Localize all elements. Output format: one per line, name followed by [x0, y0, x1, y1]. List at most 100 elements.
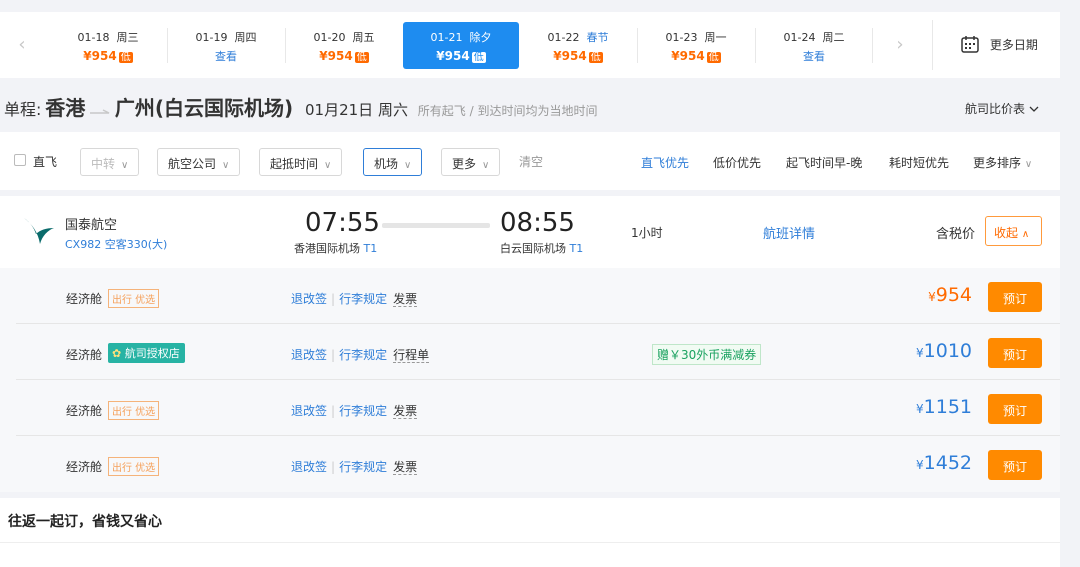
flight-card: 国泰航空 CX982 空客330(大) 07:55 香港国际机场 T1 08:5…	[0, 196, 1060, 268]
trip-type-label: 单程:	[4, 100, 42, 119]
date-cell-0118[interactable]: 01-18 周三 ¥954 低	[50, 22, 166, 69]
chevron-down-icon: ∨	[222, 160, 230, 171]
date-cell-0124[interactable]: 01-24 周二 查看	[756, 22, 872, 69]
preferred-tag: 出行 优选	[108, 401, 160, 420]
fare-rules: 退改签 | 行李规定 行程单	[291, 348, 430, 363]
direct-only-checkbox[interactable]	[14, 154, 26, 166]
low-badge: 低	[588, 52, 603, 63]
fare-price: ¥1010	[916, 340, 972, 362]
baggage-rules-link[interactable]: 行李规定	[339, 292, 387, 306]
preferred-tag: 出行 优选	[108, 289, 160, 308]
refund-change-link[interactable]: 退改签	[291, 348, 327, 362]
book-button[interactable]: 预订	[988, 394, 1042, 424]
chevron-down-icon	[1029, 106, 1039, 112]
book-button[interactable]: 预订	[988, 338, 1042, 368]
fare-row: 经济舱 出行 优选 退改签 | 行李规定 发票 ¥1452 预订	[16, 436, 1060, 492]
roundtrip-title: 往返一起订，省钱又省心	[8, 514, 162, 530]
clear-filters-button[interactable]: 清空	[519, 153, 543, 170]
preferred-tag: 出行 优选	[108, 457, 160, 476]
invoice-label[interactable]: 发票	[393, 292, 418, 307]
flight-number[interactable]: CX982 空客330(大)	[65, 236, 167, 252]
chevron-down-icon: ∨	[482, 160, 490, 171]
prev-dates-arrow[interactable]: ‹	[14, 34, 30, 55]
origin-city: 香港	[45, 96, 86, 120]
date-cell-0122[interactable]: 01-22 春节 ¥954 低	[520, 22, 636, 69]
flight-duration: 1小时	[631, 226, 663, 240]
refund-change-link[interactable]: 退改签	[291, 404, 327, 418]
date-cell-0123[interactable]: 01-23 周一 ¥954 低	[638, 22, 754, 69]
refund-change-link[interactable]: 退改签	[291, 460, 327, 474]
fare-rules: 退改签 | 行李规定 发票	[291, 404, 418, 419]
low-badge: 低	[471, 52, 486, 63]
low-badge: 低	[706, 52, 721, 63]
next-dates-arrow[interactable]: ›	[892, 34, 908, 55]
tax-included-label: 含税价	[936, 227, 976, 242]
more-dates-button[interactable]: 更多日期	[960, 34, 1038, 54]
transfer-filter[interactable]: 中转 ∨	[80, 148, 140, 176]
cathay-logo	[24, 218, 54, 244]
chevron-down-icon: ∨	[324, 160, 332, 171]
low-badge: 低	[118, 52, 133, 63]
cabin-class: 经济舱	[66, 460, 103, 474]
roundtrip-section: 往返一起订，省钱又省心	[0, 498, 1060, 567]
baggage-rules-link[interactable]: 行李规定	[339, 460, 387, 474]
flight-details-link[interactable]: 航班详情	[763, 223, 815, 242]
cabin-class: 经济舱	[66, 348, 103, 362]
local-time-note: 所有起飞 / 到达时间均为当地时间	[417, 104, 598, 118]
itinerary-label[interactable]: 行程单	[393, 348, 430, 363]
departure-time: 07:55	[305, 208, 380, 238]
fare-price: ¥954	[928, 284, 972, 306]
travel-date: 01月21日 周六	[305, 101, 408, 119]
baggage-rules-link[interactable]: 行李规定	[339, 404, 387, 418]
sort-more-options[interactable]: 更多排序 ∨	[973, 154, 1032, 171]
arrival-airport: 白云国际机场 T1	[500, 242, 584, 255]
direct-only-label: 直飞	[33, 155, 58, 169]
fare-rules: 退改签 | 行李规定 发票	[291, 292, 418, 307]
sort-shortest-duration[interactable]: 耗时短优先	[889, 154, 949, 171]
authorized-store-tag: ✿ 航司授权店	[108, 343, 185, 363]
cabin-class: 经济舱	[66, 404, 103, 418]
more-filter[interactable]: 更多 ∨	[441, 148, 501, 176]
fare-row: 经济舱 出行 优选 退改签 | 行李规定 发票 ¥954 预订	[16, 268, 1060, 324]
time-filter[interactable]: 起抵时间 ∨	[259, 148, 343, 176]
plane-arrow-icon	[90, 108, 110, 114]
sort-departure-time[interactable]: 起飞时间早-晚	[786, 154, 862, 171]
calendar-icon	[961, 36, 979, 53]
date-cell-0120[interactable]: 01-20 周五 ¥954 低	[286, 22, 402, 69]
invoice-label[interactable]: 发票	[393, 404, 418, 419]
book-button[interactable]: 预订	[988, 282, 1042, 312]
fare-price: ¥1151	[916, 396, 972, 418]
baggage-rules-link[interactable]: 行李规定	[339, 348, 387, 362]
route-heading: 单程: 香港 广州(白云国际机场) 01月21日 周六 所有起飞 / 到达时间均…	[4, 92, 598, 120]
collapse-button[interactable]: 收起 ∧	[985, 216, 1042, 246]
arrival-time: 08:55	[500, 208, 575, 238]
fare-row: 经济舱 出行 优选 退改签 | 行李规定 发票 ¥1151 预订	[16, 380, 1060, 436]
book-button[interactable]: 预订	[988, 450, 1042, 480]
coupon-badge: 赠￥30外币满减券	[652, 344, 762, 365]
airline-compare-button[interactable]: 航司比价表	[965, 100, 1039, 117]
airport-filter[interactable]: 机场 ∨	[363, 148, 423, 176]
chevron-down-icon: ∨	[1024, 159, 1033, 170]
fare-row: 经济舱 ✿ 航司授权店 退改签 | 行李规定 行程单 赠￥30外币满减券 ¥1010 …	[16, 324, 1060, 380]
flight-timeline	[382, 223, 490, 228]
refund-change-link[interactable]: 退改签	[291, 292, 327, 306]
fare-list: 经济舱 出行 优选 退改签 | 行李规定 发票 ¥954 预订 经济舱 ✿ 航司授权店…	[0, 268, 1060, 492]
section-divider	[0, 542, 1060, 543]
low-badge: 低	[354, 52, 369, 63]
date-cell-0119[interactable]: 01-19 周四 查看	[168, 22, 284, 69]
invoice-label[interactable]: 发票	[393, 460, 418, 475]
departure-airport: 香港国际机场 T1	[294, 242, 378, 255]
date-strip: ‹ 01-18 周三 ¥954 低 01-19 周四 查看 01-20 周五 ¥9…	[0, 12, 1060, 78]
filter-bar: 直飞 中转 ∨ 航空公司 ∨ 起抵时间 ∨ 机场 ∨ 更多 ∨ 清空 直飞优先 低价优先 …	[0, 132, 1060, 190]
fare-rules: 退改签 | 行李规定 发票	[291, 460, 418, 475]
flower-icon: ✿	[112, 347, 122, 360]
sort-direct-first[interactable]: 直飞优先	[641, 154, 689, 171]
sort-low-price[interactable]: 低价优先	[713, 154, 761, 171]
date-cell-0121-selected[interactable]: 01-21 除夕 ¥954 低	[403, 22, 519, 69]
destination-city: 广州(白云国际机场)	[114, 96, 294, 120]
airline-filter[interactable]: 航空公司 ∨	[157, 148, 241, 176]
chevron-down-icon: ∨	[121, 160, 129, 171]
cabin-class: 经济舱	[66, 292, 103, 306]
chevron-up-icon: ∧	[1021, 229, 1030, 240]
fare-price: ¥1452	[916, 452, 972, 474]
